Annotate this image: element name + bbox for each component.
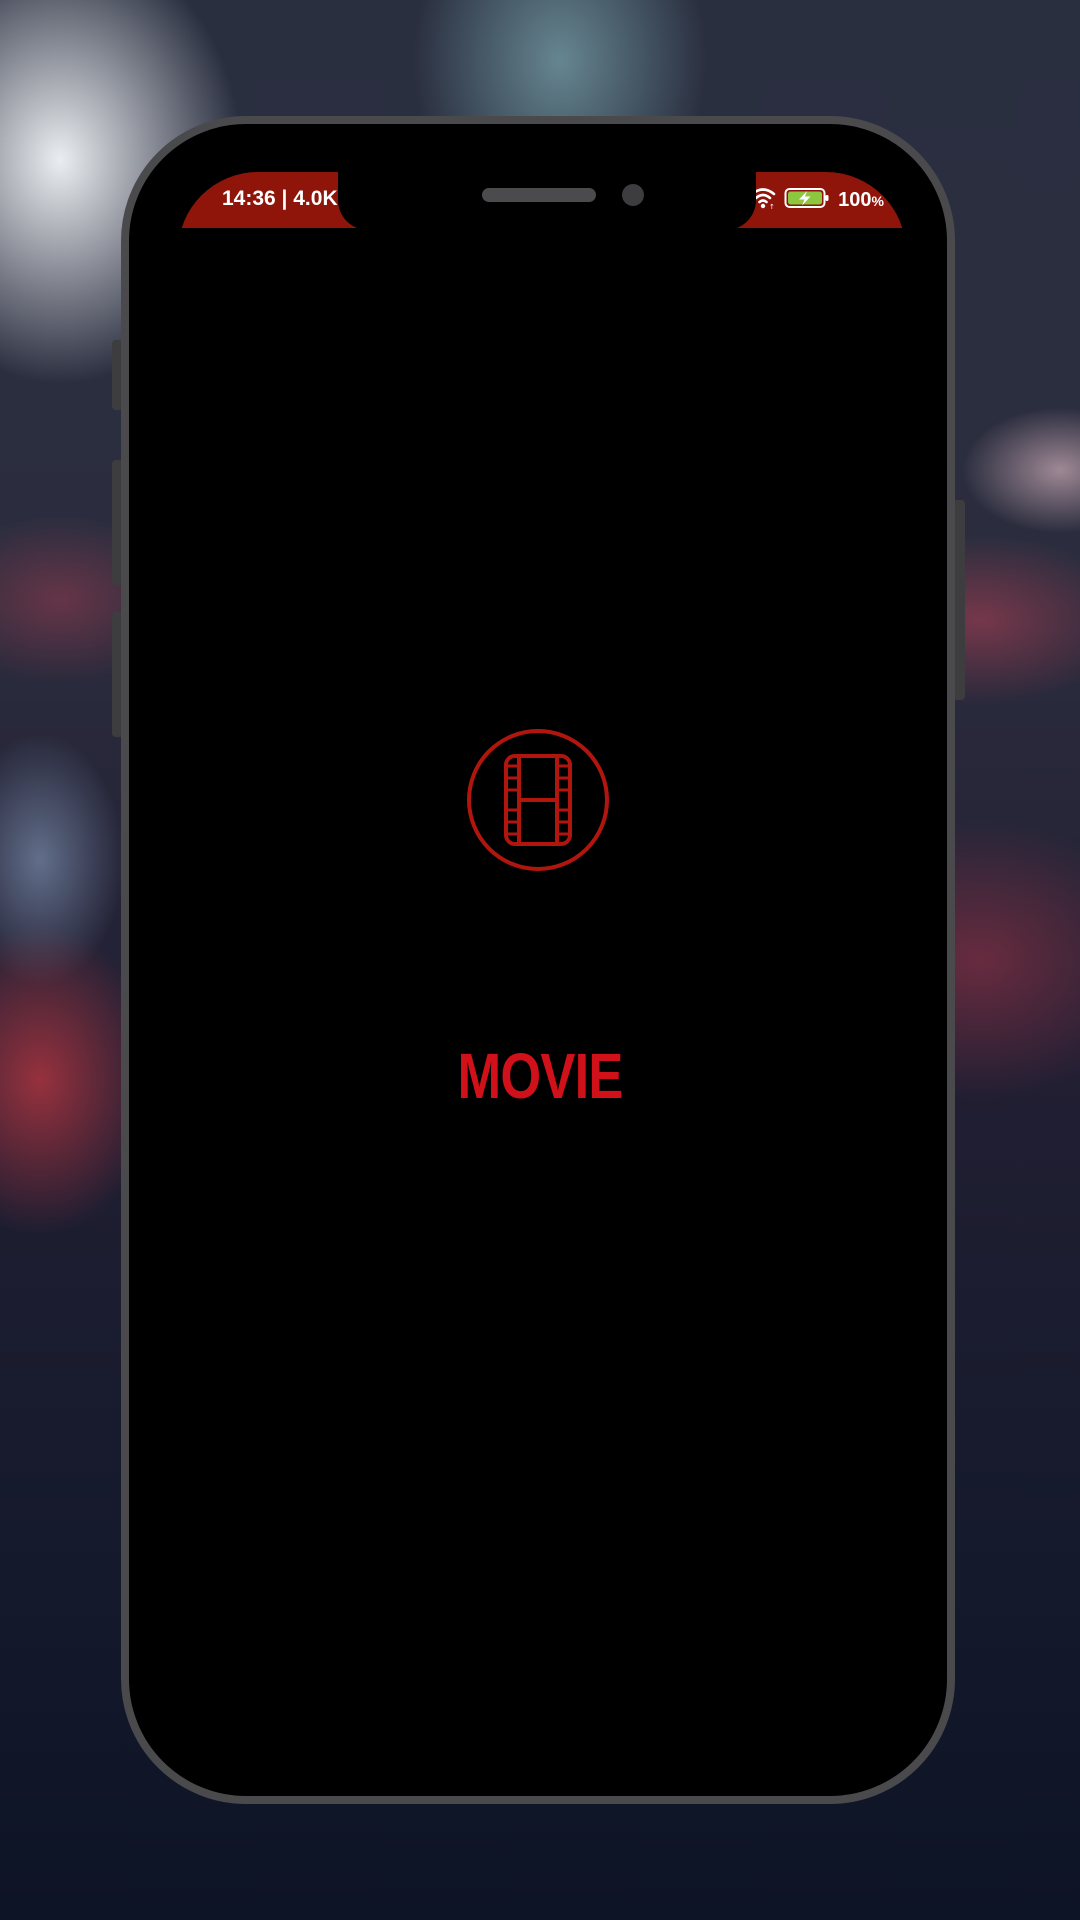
app-title: MOVIE [457, 1040, 623, 1112]
status-right-group: ↑↓ 100% [750, 185, 884, 215]
battery-percentage: 100% [838, 188, 884, 211]
status-time-network: 14:36 | 4.0K [222, 187, 338, 210]
front-camera [622, 184, 644, 206]
battery-charging-icon [784, 186, 830, 215]
app-screen: 14:36 | 4.0K ↑↓ [178, 172, 906, 1712]
earpiece-speaker [482, 188, 596, 202]
phone-frame: 14:36 | 4.0K ↑↓ [121, 116, 955, 1804]
film-reel-icon [466, 728, 610, 872]
svg-text:↑↓: ↑↓ [769, 203, 776, 210]
phone-notch [338, 172, 756, 230]
